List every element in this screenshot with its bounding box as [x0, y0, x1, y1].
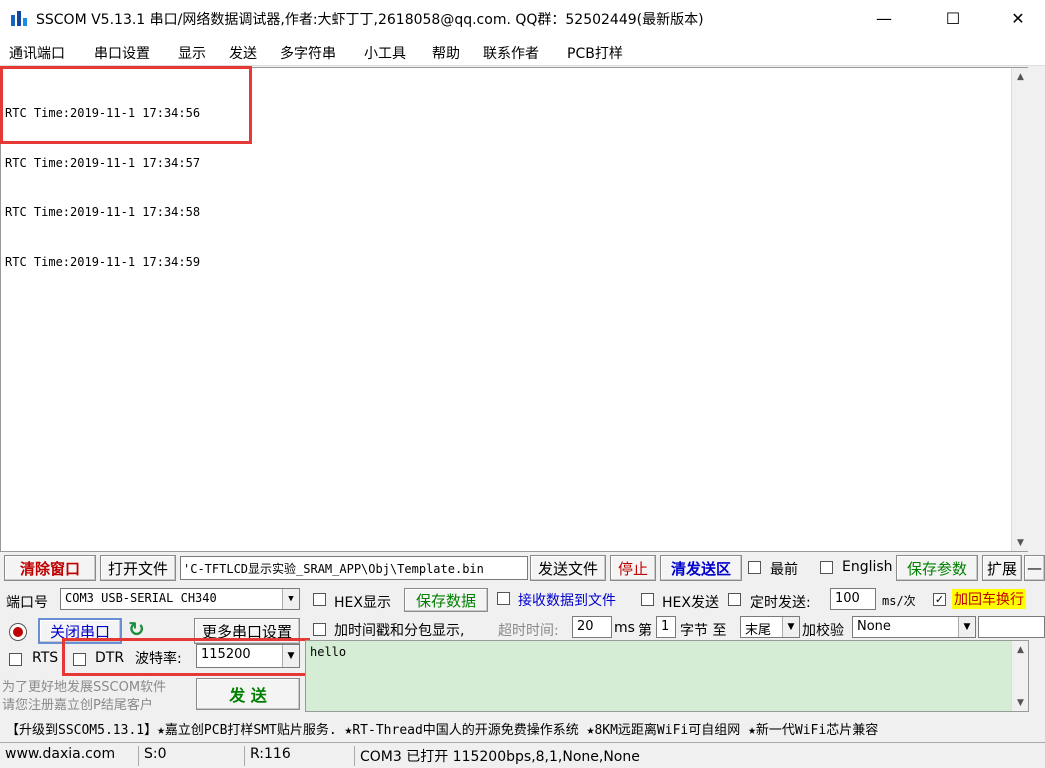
end-value: 末尾	[745, 623, 772, 638]
chevron-down-icon[interactable]: ▼	[282, 589, 299, 609]
byte-index-input[interactable]: 1	[656, 616, 676, 638]
menu-send[interactable]: 发送	[229, 43, 257, 63]
checksum-value: None	[857, 619, 891, 634]
interval-input[interactable]: 100	[830, 588, 876, 610]
byte-from-label: 第	[638, 623, 652, 639]
scroll-down-icon[interactable]: ▼	[1012, 694, 1029, 711]
window-title: SSCOM V5.13.1 串口/网络数据调试器,作者:大虾丁丁,2618058…	[36, 12, 704, 28]
receive-line: RTC Time:2019-11-1 17:34:57	[5, 155, 201, 170]
hex-display-label: HEX显示	[334, 595, 391, 611]
recv-to-file-checkbox[interactable]	[497, 592, 510, 605]
title-bar: SSCOM V5.13.1 串口/网络数据调试器,作者:大虾丁丁,2618058…	[0, 0, 1045, 36]
rts-label: RTS	[32, 650, 59, 666]
chevron-down-icon[interactable]: ▼	[958, 617, 975, 637]
send-text: hello	[310, 645, 347, 659]
app-icon	[11, 11, 27, 26]
timed-send-checkbox[interactable]	[728, 593, 741, 606]
timestamp-checkbox[interactable]	[313, 623, 326, 636]
timed-send-label: 定时发送:	[750, 595, 811, 611]
receive-line: RTC Time:2019-11-1 17:34:58	[5, 205, 201, 219]
port-value: COM3 USB-SERIAL CH340	[65, 591, 217, 605]
status-bar: www.daxia.com S:0 R:116 COM3 已打开 115200b…	[0, 742, 1045, 768]
topmost-label: 最前	[770, 562, 798, 578]
hex-send-label: HEX发送	[662, 595, 719, 611]
menu-contact-author[interactable]: 联系作者	[483, 43, 539, 63]
checksum-label: 加校验	[802, 623, 844, 639]
scroll-up-icon[interactable]: ▲	[1012, 641, 1029, 658]
file-path-field[interactable]: 'C-TFTLCD显示实验_SRAM_APP\Obj\Template.bin	[180, 556, 528, 580]
clear-send-button[interactable]: 清发送区	[660, 555, 742, 581]
expand-button[interactable]: 扩展	[982, 555, 1022, 581]
timestamp-label: 加时间戳和分包显示,	[334, 623, 465, 639]
rts-checkbox[interactable]	[9, 653, 22, 666]
record-icon	[9, 623, 27, 641]
clear-window-button[interactable]: 清除窗口	[4, 555, 96, 581]
collapse-button[interactable]: —	[1024, 555, 1045, 581]
byte-to-label: 字节 至	[680, 623, 727, 639]
timeout-input[interactable]: 20	[572, 616, 612, 638]
menu-display[interactable]: 显示	[178, 43, 206, 63]
menu-pcb-proofing[interactable]: PCB打样	[567, 43, 623, 63]
status-received-count: R:116	[244, 746, 352, 766]
checksum-result-field	[978, 616, 1045, 638]
chevron-down-icon[interactable]: ▼	[782, 617, 799, 637]
port-select[interactable]: COM3 USB-SERIAL CH340 ▼	[60, 588, 300, 610]
receive-scrollbar[interactable]: ▲ ▼	[1011, 68, 1028, 551]
hex-send-checkbox[interactable]	[641, 593, 654, 606]
english-checkbox[interactable]	[820, 561, 833, 574]
save-params-button[interactable]: 保存参数	[896, 555, 978, 581]
stop-button[interactable]: 停止	[610, 555, 656, 581]
english-label: English	[842, 559, 893, 575]
status-port-state: COM3 已打开 115200bps,8,1,None,None	[354, 746, 1045, 766]
crlf-checkbox[interactable]: ✓	[933, 593, 946, 606]
recv-to-file-label: 接收数据到文件	[518, 593, 616, 609]
timeout-unit: ms	[614, 620, 635, 636]
timeout-label: 超时时间:	[498, 623, 559, 639]
file-toolbar: 清除窗口 打开文件 'C-TFTLCD显示实验_SRAM_APP\Obj\Tem…	[0, 553, 1045, 583]
send-text-area[interactable]: hello ▲ ▼	[305, 640, 1029, 712]
highlight-box-baud	[62, 638, 310, 676]
close-button[interactable]: ✕	[995, 0, 1041, 36]
menu-multi-string[interactable]: 多字符串	[280, 43, 336, 63]
interval-unit: ms/次	[882, 594, 916, 608]
receive-line: RTC Time:2019-11-1 17:34:59	[5, 254, 201, 269]
checksum-select[interactable]: None ▼	[852, 616, 976, 638]
save-data-button[interactable]: 保存数据	[404, 588, 488, 612]
minimize-button[interactable]: —	[861, 0, 907, 36]
scroll-down-icon[interactable]: ▼	[1012, 534, 1029, 551]
send-scrollbar[interactable]: ▲ ▼	[1011, 641, 1028, 711]
send-file-button[interactable]: 发送文件	[530, 555, 606, 581]
open-file-button[interactable]: 打开文件	[100, 555, 176, 581]
menu-comm-port[interactable]: 通讯端口	[9, 43, 65, 63]
menu-bar: 通讯端口 串口设置 显示 发送 多字符串 小工具 帮助 联系作者 PCB打样	[0, 36, 1045, 66]
highlight-box-receive	[0, 66, 252, 144]
maximize-button[interactable]: ☐	[930, 0, 976, 36]
port-label: 端口号	[6, 595, 48, 611]
end-select[interactable]: 末尾 ▼	[740, 616, 800, 638]
status-website[interactable]: www.daxia.com	[0, 746, 136, 766]
status-sent-count: S:0	[138, 746, 242, 766]
menu-serial-settings[interactable]: 串口设置	[94, 43, 150, 63]
menu-help[interactable]: 帮助	[432, 43, 460, 63]
hex-display-checkbox[interactable]	[313, 593, 326, 606]
ad-ticker[interactable]: 【升级到SSCOM5.13.1】★嘉立创PCB打样SMT贴片服务. ★RT-Th…	[0, 716, 1045, 740]
scroll-up-icon[interactable]: ▲	[1012, 68, 1029, 85]
crlf-label: 加回车换行	[952, 589, 1026, 609]
topmost-checkbox[interactable]	[748, 561, 761, 574]
menu-tools[interactable]: 小工具	[364, 43, 406, 63]
send-button[interactable]: 发 送	[196, 678, 300, 710]
promo-line-2: 请您注册嘉立创P结尾客户	[2, 698, 153, 713]
promo-line-1: 为了更好地发展SSCOM软件	[2, 680, 167, 695]
